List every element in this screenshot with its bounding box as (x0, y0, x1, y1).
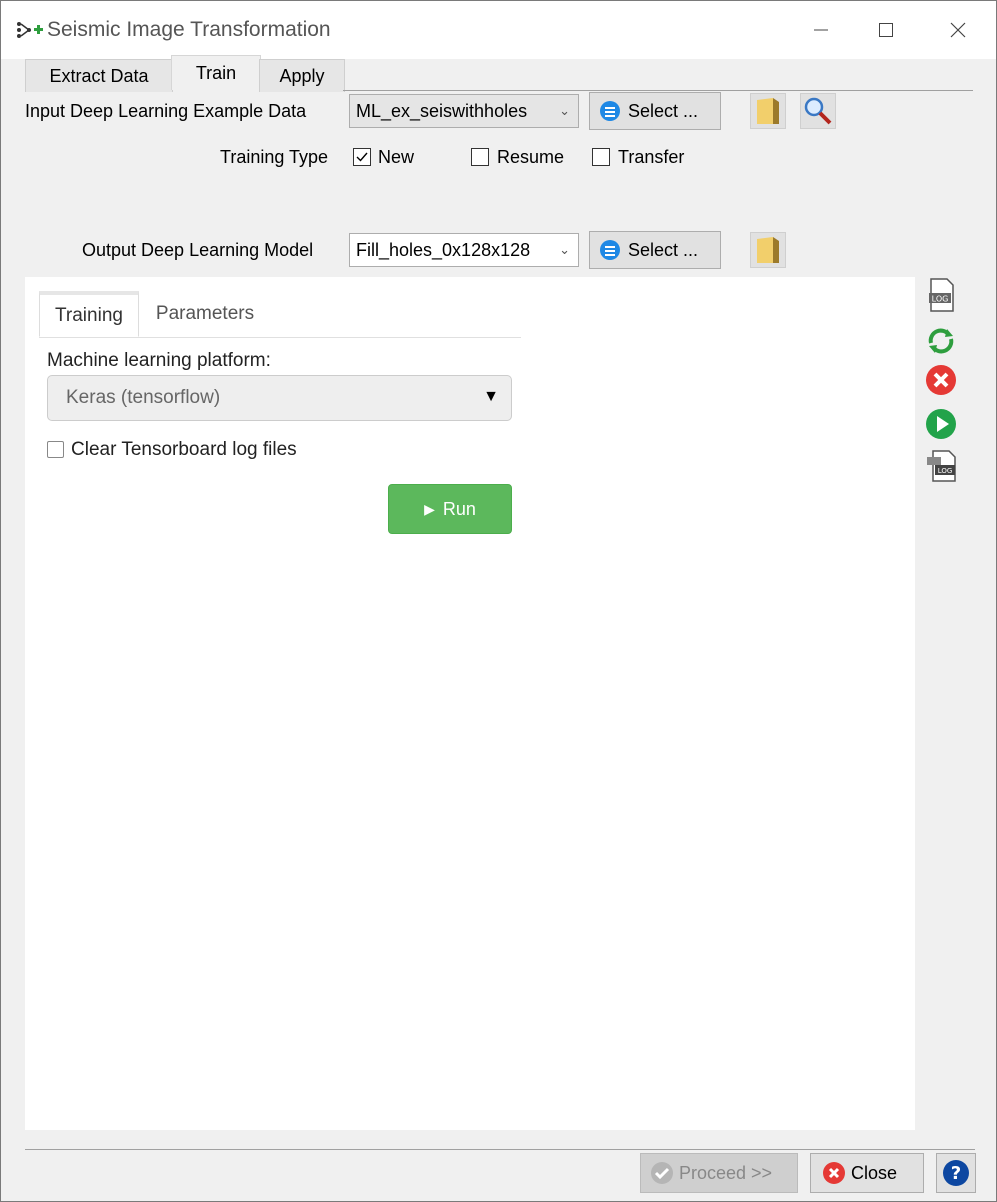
checkbox-transfer[interactable] (592, 148, 610, 166)
clear-logs-label: Clear Tensorboard log files (71, 439, 297, 460)
clear-logs-checkbox[interactable] (47, 441, 64, 458)
output-model-value: Fill_holes_0x128x128 (356, 239, 531, 260)
checkmark-icon (356, 152, 368, 162)
panel-tabs: Training Parameters (39, 291, 521, 338)
option-new-label: New (378, 147, 415, 167)
input-select-button[interactable]: Select ... (589, 92, 721, 130)
magnifier-icon (804, 97, 832, 125)
platform-value: Keras (tensorflow) (66, 387, 221, 408)
tab-parameters[interactable]: Parameters (139, 291, 271, 337)
input-folder-button[interactable] (750, 93, 786, 129)
run-button[interactable]: ▶ Run (388, 484, 512, 534)
close-label: Close (851, 1162, 898, 1183)
minimize-icon (814, 29, 828, 31)
tab-divider (343, 90, 973, 91)
play-circle-icon (926, 409, 956, 439)
checkbox-new[interactable] (353, 148, 371, 166)
tab-train[interactable]: Train (171, 55, 261, 90)
maximize-icon (879, 23, 893, 37)
platform-select[interactable]: Keras (tensorflow) ▼ (47, 375, 512, 421)
input-data-value: ML_ex_seiswithholes (356, 100, 528, 121)
maximize-button[interactable] (863, 9, 909, 51)
title-bar: Seismic Image Transformation (1, 1, 996, 59)
folder-icon (757, 98, 779, 124)
close-window-button[interactable] (935, 9, 981, 51)
dialog-window: Seismic Image Transformation Extract Dat… (0, 0, 997, 1202)
svg-text:?: ? (951, 1163, 961, 1184)
training-panel: Training Parameters Machine learning pla… (25, 277, 915, 1130)
svg-text:LOG: LOG (938, 467, 953, 475)
dropdown-arrow-icon: ▼ (483, 388, 499, 405)
folder-icon (757, 237, 779, 263)
close-button[interactable]: Close (810, 1153, 924, 1193)
proceed-button[interactable]: Proceed >> (640, 1153, 798, 1193)
list-icon (600, 101, 620, 121)
help-button[interactable]: ? (936, 1153, 976, 1193)
check-circle-icon (651, 1162, 673, 1184)
refresh-icon (928, 328, 954, 354)
close-circle-icon (823, 1162, 845, 1184)
stop-icon (926, 365, 956, 395)
footer-divider (25, 1149, 975, 1150)
list-icon (600, 240, 620, 260)
run-label: Run (442, 498, 476, 519)
start-button[interactable] (923, 406, 959, 442)
log-file-icon: LOG (929, 278, 954, 312)
option-resume-label: Resume (497, 147, 565, 167)
input-data-combo[interactable]: ML_ex_seiswithholes ⌄ (349, 94, 579, 128)
output-select-button[interactable]: Select ... (589, 231, 721, 269)
input-select-label: Select ... (628, 100, 699, 121)
help-icon: ? (943, 1160, 969, 1186)
refresh-button[interactable] (923, 323, 959, 359)
input-data-label: Input Deep Learning Example Data (25, 101, 307, 121)
checkbox-resume[interactable] (471, 148, 489, 166)
output-folder-button[interactable] (750, 232, 786, 268)
window-title: Seismic Image Transformation (47, 18, 331, 41)
tab-training[interactable]: Training (39, 291, 139, 337)
play-icon: ▶ (424, 500, 435, 517)
close-icon (950, 22, 966, 38)
chevron-down-icon: ⌄ (559, 103, 570, 118)
output-model-combo[interactable]: Fill_holes_0x128x128 ⌄ (349, 233, 579, 267)
training-type-label: Training Type (220, 147, 329, 167)
tab-apply[interactable]: Apply (259, 59, 345, 92)
output-select-label: Select ... (628, 239, 699, 260)
platform-label: Machine learning platform: (47, 350, 271, 371)
stop-button[interactable] (923, 362, 959, 398)
tab-extract-data[interactable]: Extract Data (25, 59, 173, 92)
output-model-label: Output Deep Learning Model (82, 240, 314, 260)
app-icon (15, 19, 45, 41)
log-export-icon: LOG (927, 450, 956, 482)
svg-text:LOG: LOG (932, 295, 949, 304)
chevron-down-icon: ⌄ (559, 242, 570, 257)
minimize-button[interactable] (798, 9, 844, 51)
input-search-button[interactable] (800, 93, 836, 129)
export-log-button[interactable]: LOG (923, 447, 959, 483)
proceed-label: Proceed >> (679, 1162, 773, 1183)
option-transfer-label: Transfer (618, 147, 685, 167)
view-log-button[interactable]: LOG (923, 277, 959, 313)
